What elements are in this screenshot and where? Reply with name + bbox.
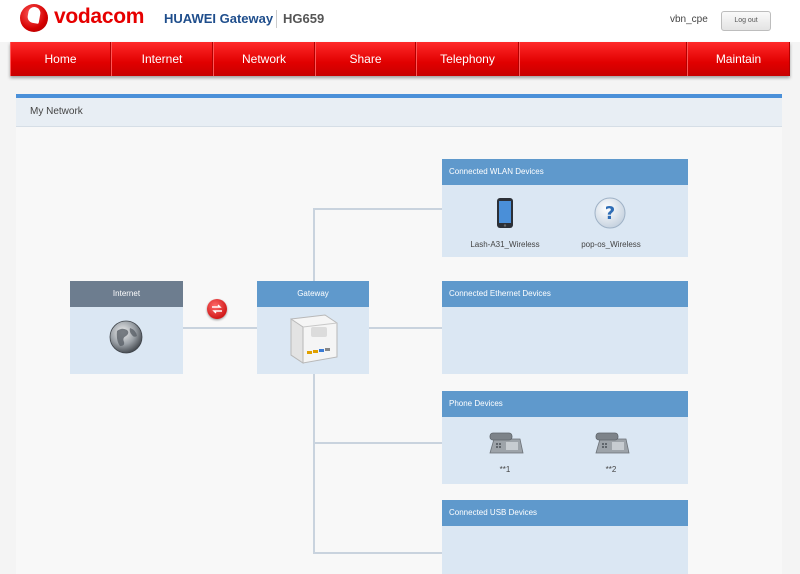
panel-title: My Network xyxy=(30,106,83,117)
internet-gateway-line xyxy=(182,327,257,329)
gateway-box-title: Gateway xyxy=(257,281,369,307)
nav-internet[interactable]: Internet xyxy=(111,42,213,76)
model-name: HG659 xyxy=(283,11,325,26)
main-nav: Home Internet Network Share Telephony Ma… xyxy=(10,42,790,76)
wlan-box-title: Connected WLAN Devices xyxy=(442,159,688,185)
header: vodacom HUAWEI Gateway HG659 vbn_cpe Log… xyxy=(0,0,800,42)
logout-button[interactable]: Log out xyxy=(721,11,771,31)
globe-icon xyxy=(108,319,144,360)
wlan-devices-box: Connected WLAN Devices Lash-A31_Wireless… xyxy=(442,159,688,257)
usb-devices-box: Connected USB Devices xyxy=(442,500,688,574)
gateway-box[interactable]: Gateway xyxy=(257,281,369,374)
gateway-wlan-line xyxy=(313,208,442,210)
unknown-device-icon[interactable]: ? xyxy=(594,197,626,234)
nav-telephony[interactable]: Telephony xyxy=(416,42,519,76)
ethernet-box-title: Connected Ethernet Devices xyxy=(442,281,688,307)
nav-network[interactable]: Network xyxy=(213,42,315,76)
nav-home[interactable]: Home xyxy=(10,42,111,76)
phone-box-title: Phone Devices xyxy=(442,391,688,417)
username: vbn_cpe xyxy=(670,14,708,25)
usb-box-title: Connected USB Devices xyxy=(442,500,688,526)
svg-text:?: ? xyxy=(605,203,615,224)
gateway-ethernet-line xyxy=(369,327,442,329)
phone-device-label: **2 xyxy=(605,465,617,474)
header-divider xyxy=(276,10,277,28)
phone-device-label: **1 xyxy=(499,465,511,474)
connection-status-icon[interactable] xyxy=(207,299,227,319)
phone-icon[interactable] xyxy=(486,431,524,462)
nav-maintain[interactable]: Maintain xyxy=(687,42,790,76)
vodacom-logo-icon xyxy=(20,4,48,32)
phone-icon[interactable] xyxy=(592,431,630,462)
router-icon xyxy=(285,313,341,372)
gateway-usb-line xyxy=(313,552,442,554)
product-name: HUAWEI Gateway xyxy=(164,11,274,26)
nav-empty xyxy=(519,42,687,76)
gateway-up-line xyxy=(313,208,315,281)
phone-devices-box: Phone Devices **1 **2 xyxy=(442,391,688,484)
internet-box-title: Internet xyxy=(70,281,183,307)
gateway-phone-line xyxy=(313,442,442,444)
panel-title-bar: My Network xyxy=(16,98,782,127)
ethernet-devices-box: Connected Ethernet Devices xyxy=(442,281,688,374)
smartphone-icon[interactable] xyxy=(496,197,514,234)
brand-name: vodacom xyxy=(54,5,145,28)
internet-box[interactable]: Internet xyxy=(70,281,183,374)
nav-share[interactable]: Share xyxy=(315,42,416,76)
gateway-down-line xyxy=(313,374,315,554)
wlan-device-label: pop-os_Wireless xyxy=(581,240,641,249)
wlan-device-label: Lash-A31_Wireless xyxy=(470,240,540,249)
